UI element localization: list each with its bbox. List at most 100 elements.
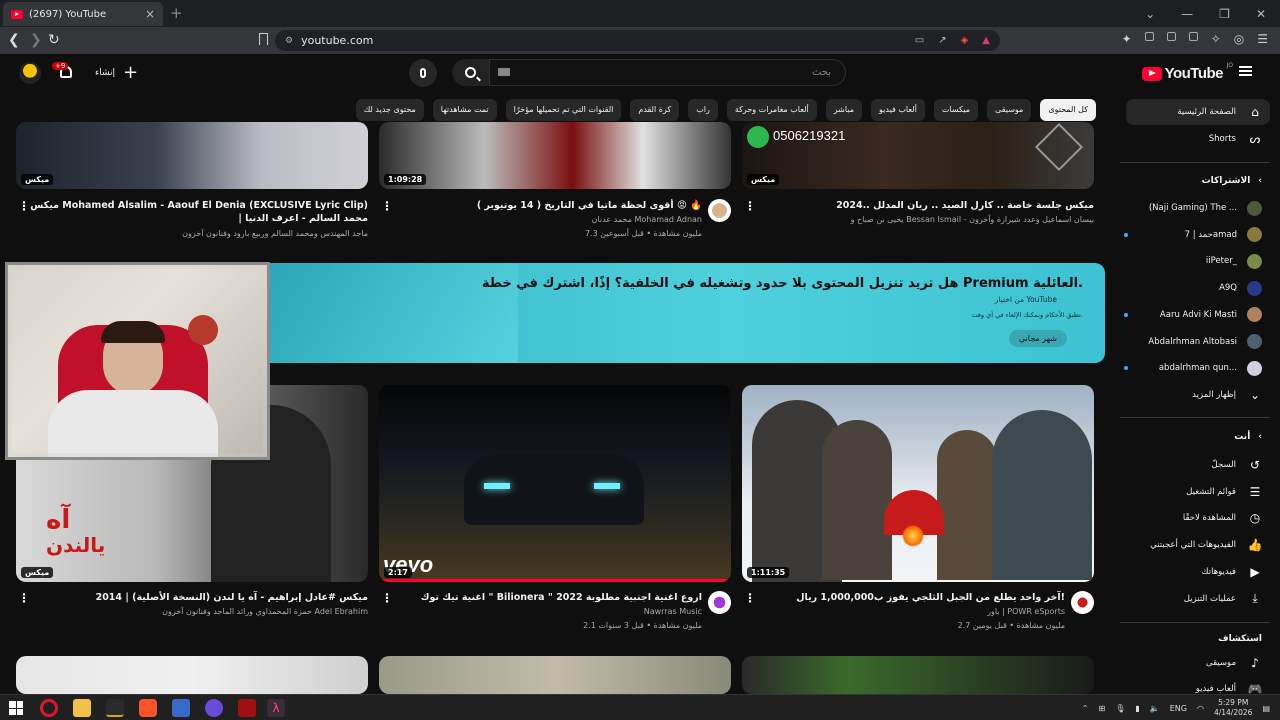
app-icon[interactable] xyxy=(172,699,190,717)
subscription-item[interactable]: iiPeter_ xyxy=(1124,251,1262,271)
restore-icon[interactable]: ❐ xyxy=(1219,7,1230,21)
more-actions-icon[interactable]: ⋮ xyxy=(744,591,756,605)
channel-avatar[interactable] xyxy=(1071,591,1094,614)
app-icon[interactable]: λ xyxy=(267,699,285,717)
discord-icon[interactable] xyxy=(205,699,223,717)
video-channel[interactable]: يحيى بن صباح و Bessan Ismail - بيسان اسم… xyxy=(755,214,1094,226)
forward-icon[interactable]: ❯ xyxy=(30,32,42,48)
menu-icon[interactable]: ☰ xyxy=(1257,32,1268,46)
filter-chip[interactable]: راب xyxy=(688,99,718,121)
video-channel[interactable]: محمد عدنان Mohamad Adnan xyxy=(392,214,702,226)
create-button[interactable]: إنشاء + xyxy=(95,63,138,83)
video-thumbnail[interactable]: ميكس xyxy=(16,122,368,189)
channel-avatar[interactable] xyxy=(708,199,731,222)
filter-chip[interactable]: موسيقى xyxy=(987,99,1032,121)
voice-search-button[interactable] xyxy=(409,59,437,87)
close-tab-icon[interactable]: × xyxy=(145,7,155,21)
video-thumbnail[interactable]: 0506219321 ميكس xyxy=(742,122,1094,189)
filter-chip[interactable]: ميكسات xyxy=(933,99,979,121)
guide-menu-icon[interactable] xyxy=(1239,66,1252,76)
youtube-logo[interactable]: YouTube JO xyxy=(1141,62,1233,82)
account-avatar[interactable] xyxy=(19,62,41,84)
close-window-icon[interactable]: ✕ xyxy=(1256,7,1266,21)
sidebar-item-home[interactable]: الصفحة الرئيسية ⌂ xyxy=(1126,99,1270,125)
subscription-item[interactable]: Aaru Advi Ki Masti xyxy=(1124,305,1262,325)
more-actions-icon[interactable]: ⋮ xyxy=(744,199,756,213)
more-actions-icon[interactable]: ⋮ xyxy=(381,591,393,605)
video-title[interactable]: ميكس Mohamed Alsalim - Aaouf El Denia (E… xyxy=(30,199,368,225)
language-indicator[interactable]: ENG xyxy=(1170,704,1187,713)
more-actions-icon[interactable]: ⋮ xyxy=(18,591,30,605)
microphone-icon[interactable]: 🎙 xyxy=(1115,704,1125,713)
windows-start-icon[interactable] xyxy=(9,701,23,715)
subscription-item[interactable]: Abdalrhman Altobasi xyxy=(1124,332,1262,352)
filter-chip[interactable]: ألعاب مغامرات وحركة xyxy=(726,99,817,121)
sidebar-item-you[interactable]: المشاهدة لاحقًا ◷ xyxy=(1126,505,1270,531)
wifi-icon[interactable]: ◠ xyxy=(1197,704,1204,713)
filter-chip[interactable]: القنوات التي تم تحميلها مؤخرًا xyxy=(505,99,622,121)
filter-chip[interactable]: مباشر xyxy=(825,99,863,121)
sidebar-item-you[interactable]: الفيديوهات التي أعجبتني 👍 xyxy=(1126,532,1270,558)
subscription-item[interactable]: A9Q xyxy=(1124,278,1262,298)
sidebar-item-you[interactable]: السجلّ ↺ xyxy=(1126,452,1270,478)
reload-icon[interactable]: ↻ xyxy=(48,32,60,48)
keyboard-icon[interactable] xyxy=(498,68,510,76)
filter-chip[interactable]: كل المحتوى xyxy=(1040,99,1096,121)
video-thumbnail[interactable] xyxy=(16,656,368,694)
leo-ai-icon[interactable]: ✧ xyxy=(1211,32,1221,46)
video-channel[interactable]: باور | POWR eSports xyxy=(755,606,1065,618)
channel-avatar[interactable] xyxy=(708,591,731,614)
subscription-item[interactable]: abdalrhman qun... xyxy=(1124,358,1262,378)
filter-chip[interactable]: كرة القدم xyxy=(630,99,680,121)
browser-tab[interactable]: (2697) YouTube × xyxy=(3,2,163,26)
url-bar[interactable]: ⚙ youtube.com ▭ ↗ ◈ ▲ xyxy=(275,30,1000,51)
battery-icon[interactable]: ▮ xyxy=(1135,704,1139,713)
you-header[interactable]: أنت ‹ xyxy=(1234,432,1262,442)
network-icon[interactable]: ⊞ xyxy=(1099,704,1106,713)
minimize-icon[interactable]: — xyxy=(1181,7,1193,21)
brave-rewards-icon[interactable]: ▲ xyxy=(982,35,990,46)
tab-search-icon[interactable]: ⌄ xyxy=(1145,7,1155,21)
filter-chip[interactable]: تمت مشاهدتها xyxy=(432,99,497,121)
video-thumbnail[interactable]: 1:09:28 xyxy=(379,122,731,189)
extensions-icon[interactable]: ✦ xyxy=(1122,32,1132,46)
obs-icon[interactable] xyxy=(238,699,256,717)
terminal-icon[interactable] xyxy=(106,699,124,717)
video-title[interactable]: اغنية تيك توك " Bilionera " اروع اغنية ا… xyxy=(392,591,702,604)
search-input[interactable]: بحث xyxy=(489,59,846,86)
subscriptions-header[interactable]: الاشتراكات ‹ xyxy=(1202,176,1262,186)
bookmark-icon[interactable] xyxy=(259,33,268,45)
subscription-item[interactable]: حمد | 7amad xyxy=(1124,225,1262,245)
sidebar-item-explore[interactable]: موسيقى ♪ xyxy=(1126,650,1270,676)
video-title[interactable]: ميكس جلسة خاصة .. كارل الصيد .. ريان الم… xyxy=(755,199,1094,212)
sidebar-item-you[interactable]: قوائم التشغيل ☰ xyxy=(1126,479,1270,505)
search-button[interactable] xyxy=(452,59,489,86)
more-actions-icon[interactable]: ⋮ xyxy=(381,199,393,213)
chevron-up-icon[interactable]: ⌃ xyxy=(1082,704,1089,713)
video-channel[interactable]: حمزة المحمداوي ورائد الماجد وفنانون آخرو… xyxy=(30,606,368,618)
opera-icon[interactable] xyxy=(40,699,58,717)
video-thumbnail[interactable] xyxy=(742,656,1094,694)
sidebar-item-shorts[interactable]: Shorts ᔕ xyxy=(1126,126,1270,152)
clock[interactable]: 5:29 PM 4/14/2026 xyxy=(1214,698,1252,718)
volume-icon[interactable]: 🔈 xyxy=(1150,704,1160,713)
premium-promo-banner[interactable]: هل تريد تنزيل المحتوى بلا حدود وتشغيله ف… xyxy=(258,263,1105,363)
back-icon[interactable]: ❮ xyxy=(8,32,20,48)
video-title[interactable]: آخر واحد يطلع من الجبل الثلجي يفوز ب1,00… xyxy=(755,591,1065,604)
brave-icon[interactable] xyxy=(139,699,157,717)
cast-icon[interactable]: ▭ xyxy=(915,35,924,46)
vpn-icon[interactable]: ◎ xyxy=(1234,32,1244,46)
video-title[interactable]: ميكس #عادل إبراهيم - آه يا لندن (النسخة … xyxy=(30,591,368,604)
show-more-button[interactable]: إظهار المزيد ⌄ xyxy=(1126,382,1270,408)
subscription-item[interactable]: (Naji Gaming) The ... xyxy=(1124,198,1262,218)
site-info-icon[interactable]: ⚙ xyxy=(285,36,293,46)
video-thumbnail[interactable] xyxy=(379,656,731,694)
more-actions-icon[interactable]: ⋮ xyxy=(18,199,30,213)
sidebar-item-you[interactable]: عمليات التنزيل ⤓ xyxy=(1126,586,1270,612)
video-title[interactable]: أقوى لحظة ماتيا في التاريخ ( 14 يوتيوبر … xyxy=(392,199,702,212)
video-thumbnail[interactable]: vevo 2:17 xyxy=(379,385,731,582)
new-tab-button[interactable]: + xyxy=(170,4,183,22)
brave-shield-icon[interactable]: ◈ xyxy=(961,35,969,46)
filter-chip[interactable]: ألعاب فيديو xyxy=(871,99,925,121)
sidebar-toggle-icon[interactable] xyxy=(1166,32,1176,41)
